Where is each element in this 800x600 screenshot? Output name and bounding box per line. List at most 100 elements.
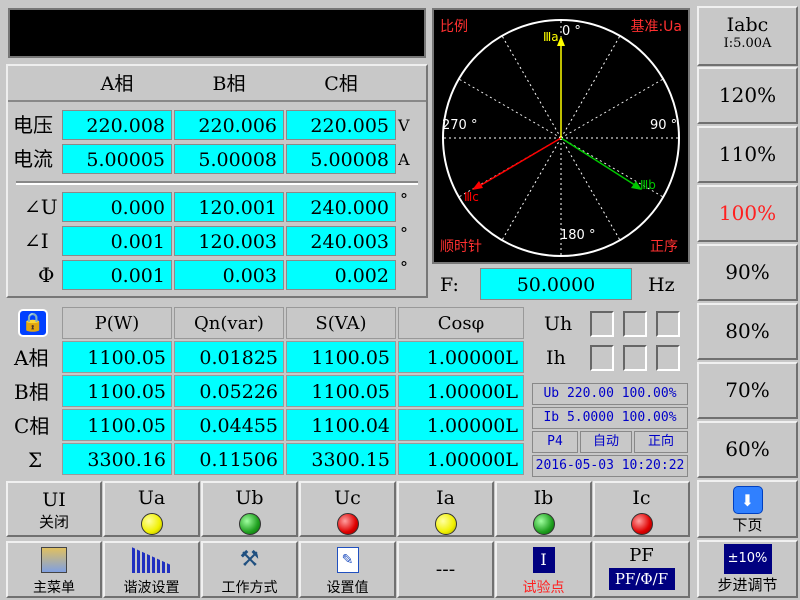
power-sum-p: 3300.16 (62, 443, 172, 475)
test-point-icon: I (532, 547, 555, 573)
ih-label: Ih (546, 347, 566, 369)
voltage-c: 220.005 (286, 110, 396, 140)
frequency-value: 50.0000 (480, 268, 632, 300)
ih-box-2[interactable] (623, 345, 647, 371)
angle-u-b: 120.001 (174, 192, 284, 222)
current-unit: A (398, 150, 410, 169)
ua-button[interactable]: Ua (103, 481, 200, 537)
ub-button[interactable]: Ub (201, 481, 298, 537)
test-point-button[interactable]: I 试验点 (495, 541, 592, 598)
display-bar (8, 8, 426, 58)
ia-indicator-icon (434, 513, 457, 535)
ua-vector-label: Ⅲa (543, 30, 559, 44)
ic-indicator-icon (630, 513, 653, 535)
level-120-button[interactable]: 120% (697, 67, 798, 124)
phi-b: 0.003 (174, 260, 284, 290)
power-sum-q: 0.11506 (174, 443, 284, 475)
direction-status: 正向 (634, 431, 688, 453)
ui-toggle-button[interactable]: UI 关闭 (6, 481, 102, 537)
header-c: C相 (324, 73, 358, 95)
settings-value-button[interactable]: ✎ 设置值 (299, 541, 396, 598)
reference-label: 基准:Ua (630, 19, 682, 35)
ub-label: Ub (235, 487, 264, 509)
uc-button[interactable]: Uc (299, 481, 396, 537)
level-110-button[interactable]: 110% (697, 126, 798, 183)
ib-button[interactable]: Ib (495, 481, 592, 537)
deg0-label: 0 ° (562, 24, 581, 39)
power-header-cos: Cosφ (398, 307, 524, 339)
spoke-line (501, 35, 562, 139)
test-point-label: 试验点 (522, 580, 565, 596)
uh-box-3[interactable] (656, 311, 680, 337)
empty-button[interactable]: --- (397, 541, 494, 598)
power-b-q: 0.05226 (174, 375, 284, 407)
next-page-label: 下页 (732, 516, 763, 534)
power-a-cos: 1.00000L (398, 341, 524, 373)
harmonic-icon (131, 547, 172, 573)
uh-box-2[interactable] (623, 311, 647, 337)
angle-u-unit: ° (400, 190, 408, 209)
level-80-button[interactable]: 80% (697, 303, 798, 360)
iabc-button[interactable]: Iabc I:5.00A (697, 6, 798, 66)
step-label: 步进调节 (717, 576, 778, 594)
pf-top-label: PF (629, 545, 654, 566)
ic-label: Ic (632, 487, 651, 509)
vector-svg (442, 19, 680, 257)
current-label: 电流 (13, 147, 53, 171)
main-menu-button[interactable]: 主菜单 (6, 541, 102, 598)
next-page-button[interactable]: ⬇ 下页 (697, 480, 798, 538)
lock-icon[interactable]: 🔒 (18, 309, 48, 337)
voltage-b: 220.006 (174, 110, 284, 140)
deg90-label: 90 ° (650, 118, 678, 133)
tools-icon: ⚒ (239, 547, 260, 572)
spoke-line (560, 78, 664, 139)
step-icon: ±10% (723, 544, 772, 574)
ih-box-3[interactable] (656, 345, 680, 371)
power-c-cos: 1.00000L (398, 409, 524, 441)
angle-i-c: 240.003 (286, 226, 396, 256)
main-menu-label: 主菜单 (33, 580, 75, 596)
iabc-title: Iabc (726, 14, 769, 36)
phi-label: Φ (38, 263, 55, 287)
calculator-icon (41, 547, 67, 573)
ia-button[interactable]: Ia (397, 481, 494, 537)
angle-u-c: 240.000 (286, 192, 396, 222)
step-adjust-button[interactable]: ±10% 步进调节 (697, 540, 798, 598)
ub-indicator-icon (238, 513, 261, 535)
level-90-button[interactable]: 90% (697, 244, 798, 301)
power-row-sum-label: Σ (28, 448, 43, 472)
level-60-button[interactable]: 60% (697, 421, 798, 478)
header-divider (8, 100, 426, 102)
deg270-label: 270 ° (442, 118, 478, 133)
datetime-status: 2016-05-03 10:20:22 (532, 455, 688, 477)
uh-box-1[interactable] (590, 311, 614, 337)
power-header-q: Qn(var) (174, 307, 284, 339)
frequency-label: F: (440, 274, 459, 296)
harmonic-label: 谐波设置 (123, 580, 180, 596)
pf-button[interactable]: PF PF/Φ/F (593, 541, 690, 598)
current-a: 5.00005 (62, 144, 172, 174)
power-b-cos: 1.00000L (398, 375, 524, 407)
header-b: B相 (212, 73, 246, 95)
angle-u-a: 0.000 (62, 192, 172, 222)
ib-status: Ib 5.0000 100.00% (532, 407, 688, 429)
power-b-s: 1100.05 (286, 375, 396, 407)
deg180-label: 180 ° (560, 228, 596, 243)
ic-button[interactable]: Ic (593, 481, 690, 537)
phi-a: 0.001 (62, 260, 172, 290)
current-b: 5.00008 (174, 144, 284, 174)
mode-status: 自动 (580, 431, 632, 453)
harmonic-settings-button[interactable]: 谐波设置 (103, 541, 200, 598)
frequency-unit: Hz (648, 274, 675, 296)
power-a-s: 1100.05 (286, 341, 396, 373)
level-100-button[interactable]: 100% (697, 185, 798, 242)
chevron-down-icon: ⬇ (732, 486, 763, 514)
power-header-p: P(W) (62, 307, 172, 339)
angle-u-label: ∠U (24, 195, 58, 219)
ratio-label: 比例 (440, 19, 468, 35)
power-sum-cos: 1.00000L (398, 443, 524, 475)
level-70-button[interactable]: 70% (697, 362, 798, 419)
ub-status: Ub 220.00 100.00% (532, 383, 688, 405)
ih-box-1[interactable] (590, 345, 614, 371)
work-mode-button[interactable]: ⚒ 工作方式 (201, 541, 298, 598)
